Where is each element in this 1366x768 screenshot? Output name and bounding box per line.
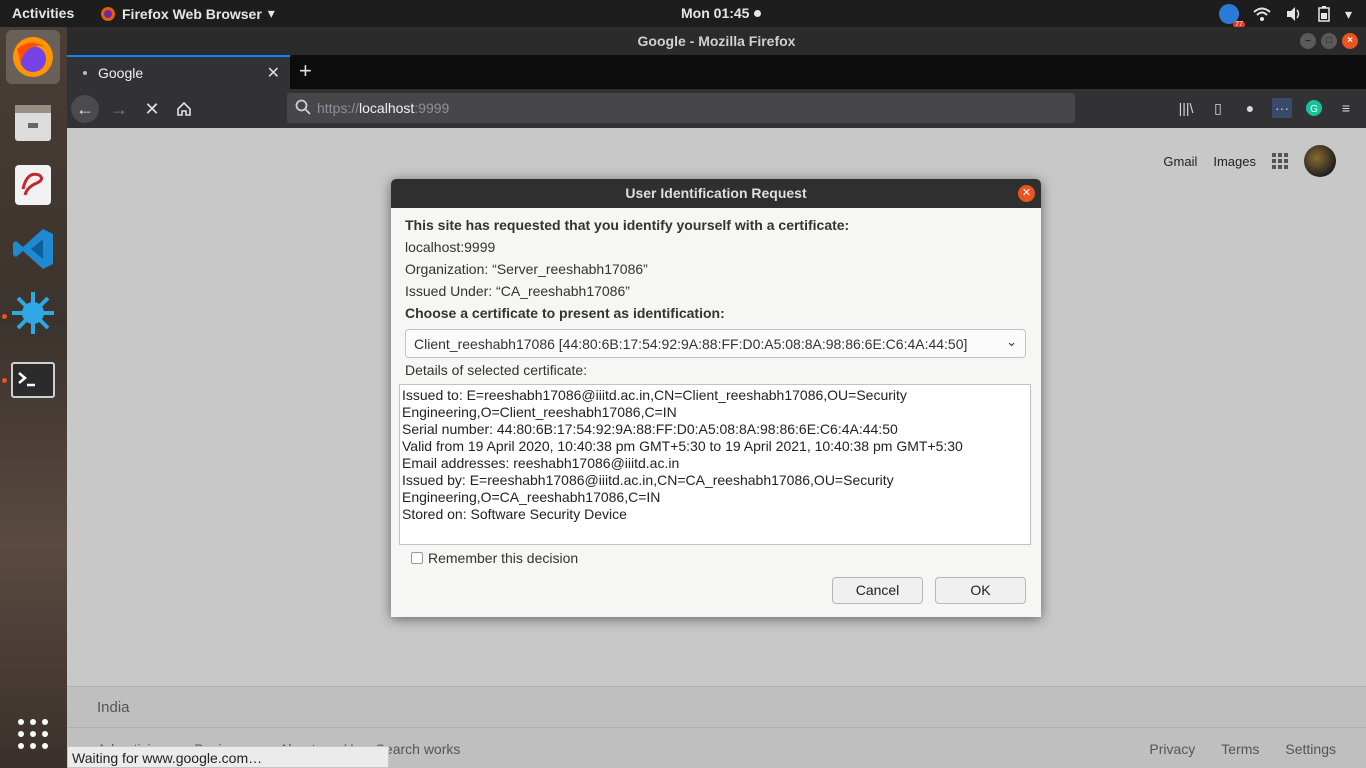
chevron-down-icon: ⌄ xyxy=(1006,334,1017,349)
close-window-button[interactable]: × xyxy=(1342,33,1358,49)
details-line: Email addresses: reeshabh17086@iiitd.ac.… xyxy=(402,455,680,471)
certificate-select[interactable]: Client_reeshabh17086 [44:80:6B:17:54:92:… xyxy=(405,329,1026,358)
app-grid-icon xyxy=(18,719,48,749)
chevron-down-icon: ▾ xyxy=(267,5,275,21)
close-icon: ✕ xyxy=(144,98,160,119)
status-bar: Waiting for www.google.com… xyxy=(67,746,389,768)
cancel-button[interactable]: Cancel xyxy=(832,577,923,604)
app-menu-label: Firefox Web Browser xyxy=(122,5,262,22)
home-button[interactable] xyxy=(170,95,198,123)
clock-label: Mon 01:45 xyxy=(681,5,750,21)
system-top-bar: Activities Firefox Web Browser ▾ Mon 01:… xyxy=(0,0,1366,28)
show-applications-button[interactable] xyxy=(6,707,60,761)
dock-splash-app[interactable] xyxy=(6,286,60,340)
gmail-link[interactable]: Gmail xyxy=(1163,154,1197,169)
images-link[interactable]: Images xyxy=(1213,154,1256,169)
details-label: Details of selected certificate: xyxy=(405,362,588,378)
certificate-select-value: Client_reeshabh17086 [44:80:6B:17:54:92:… xyxy=(414,336,968,352)
arrow-right-icon: → xyxy=(110,98,128,119)
dialog-title: User Identification Request xyxy=(625,185,807,201)
dock xyxy=(0,27,67,768)
navigation-toolbar: ← → ✕ https://localhost:9999 |||\ ▯ ● ··… xyxy=(67,89,1366,128)
notification-dot xyxy=(754,9,762,17)
maximize-button[interactable]: □ xyxy=(1321,33,1337,49)
details-line: Engineering,O=CA_reeshabh17086,C=IN xyxy=(402,489,661,505)
country-label: India xyxy=(97,699,130,716)
home-icon xyxy=(177,101,191,116)
footer-country: India xyxy=(67,686,1366,727)
battery-icon[interactable] xyxy=(1317,6,1331,22)
extension-icon[interactable]: ··· xyxy=(1272,98,1292,118)
user-identification-dialog: User Identification Request ✕ This site … xyxy=(391,179,1041,617)
firefox-icon xyxy=(101,6,115,21)
svg-text:G: G xyxy=(1310,104,1318,115)
library-icon[interactable]: |||\ xyxy=(1176,98,1196,118)
stop-button[interactable]: ✕ xyxy=(138,95,166,123)
details-line: Issued by: E=reeshabh17086@iiitd.ac.in,C… xyxy=(402,472,894,488)
activities-button[interactable]: Activities xyxy=(12,5,74,21)
clock[interactable]: Mon 01:45 xyxy=(681,5,762,21)
grammarly-icon[interactable]: G xyxy=(1304,98,1324,118)
certificate-details[interactable]: Issued to: E=reeshabh17086@iiitd.ac.in,C… xyxy=(399,384,1031,545)
organization-label: Organization: “Server_reeshabh17086” xyxy=(405,261,648,277)
loading-icon xyxy=(83,71,87,75)
requesting-host: localhost:9999 xyxy=(405,239,496,255)
apps-grid-icon[interactable] xyxy=(1272,153,1288,169)
chevron-down-icon[interactable]: ▾ xyxy=(1345,6,1352,23)
vscode-icon xyxy=(13,229,53,269)
splash-app-icon xyxy=(12,292,54,334)
tab-bar: Google ✕ + xyxy=(67,55,1366,89)
wifi-icon[interactable] xyxy=(1253,6,1271,22)
firefox-icon xyxy=(13,37,53,77)
avatar[interactable] xyxy=(1304,145,1336,177)
system-tray: 77 ▾ xyxy=(1218,4,1352,28)
terminal-icon xyxy=(11,362,55,398)
footer-link-privacy[interactable]: Privacy xyxy=(1149,741,1195,757)
remember-label: Remember this decision xyxy=(428,550,579,566)
minimize-button[interactable]: – xyxy=(1300,33,1316,49)
new-tab-button[interactable]: + xyxy=(299,58,312,84)
dialog-intro: This site has requested that you identif… xyxy=(405,217,850,233)
sidebar-icon[interactable]: ▯ xyxy=(1208,98,1228,118)
details-line: Valid from 19 April 2020, 10:40:38 pm GM… xyxy=(402,438,963,454)
remember-checkbox[interactable] xyxy=(411,552,423,564)
url-bar[interactable]: https://localhost:9999 xyxy=(287,93,1075,123)
grammarly-tray-icon[interactable]: 77 xyxy=(1218,4,1245,28)
issued-under-label: Issued Under: “CA_reeshabh17086” xyxy=(405,283,630,299)
dock-terminal[interactable] xyxy=(6,353,60,407)
app-menu[interactable]: Firefox Web Browser ▾ xyxy=(100,5,275,22)
close-icon[interactable]: ✕ xyxy=(1018,185,1035,202)
url-text: https://localhost:9999 xyxy=(317,100,450,116)
choose-certificate-label: Choose a certificate to present as ident… xyxy=(405,305,725,321)
account-icon[interactable]: ● xyxy=(1240,98,1260,118)
file-cabinet-icon xyxy=(15,105,51,141)
dialog-titlebar: User Identification Request ✕ xyxy=(391,179,1041,208)
tab-google[interactable]: Google ✕ xyxy=(67,55,290,89)
dock-vscode[interactable] xyxy=(6,222,60,276)
forward-button[interactable]: → xyxy=(105,95,133,123)
dock-firefox[interactable] xyxy=(6,30,60,84)
volume-icon[interactable] xyxy=(1285,6,1303,22)
dock-document-viewer[interactable] xyxy=(6,158,60,212)
remember-decision-row[interactable]: Remember this decision xyxy=(411,550,578,566)
arrow-left-icon: ← xyxy=(76,98,94,119)
details-line: Serial number: 44:80:6B:17:54:92:9A:88:F… xyxy=(402,421,898,437)
close-icon[interactable]: ✕ xyxy=(267,63,280,83)
details-line: Stored on: Software Security Device xyxy=(402,506,627,522)
details-line: Engineering,O=Client_reeshabh17086,C=IN xyxy=(402,404,677,420)
footer-link-settings[interactable]: Settings xyxy=(1285,741,1336,757)
window-titlebar: Google - Mozilla Firefox – □ × xyxy=(67,27,1366,55)
window-title: Google - Mozilla Firefox xyxy=(637,33,796,49)
hamburger-menu-icon[interactable]: ≡ xyxy=(1336,98,1356,118)
details-line: Issued to: E=reeshabh17086@iiitd.ac.in,C… xyxy=(402,387,907,403)
ok-button[interactable]: OK xyxy=(935,577,1026,604)
back-button[interactable]: ← xyxy=(71,95,99,123)
document-viewer-icon xyxy=(15,165,51,205)
tab-label: Google xyxy=(98,65,144,81)
dock-files[interactable] xyxy=(6,94,60,148)
footer-link-terms[interactable]: Terms xyxy=(1221,741,1259,757)
search-icon xyxy=(295,99,311,115)
